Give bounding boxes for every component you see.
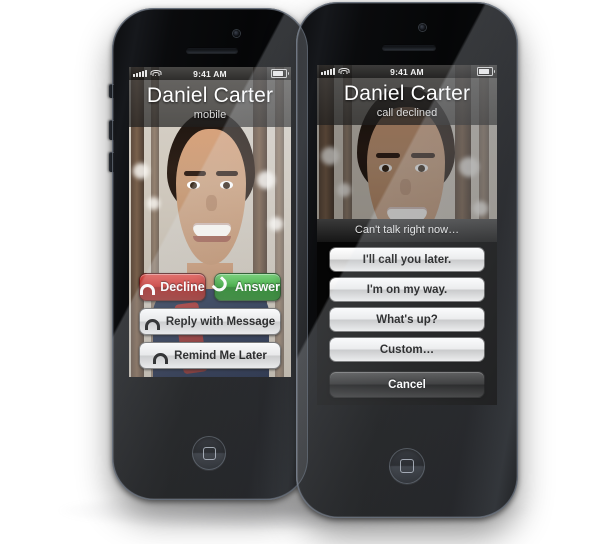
reply-option-call-later[interactable]: I'll call you later.	[329, 247, 485, 272]
caller-name: Daniel Carter	[343, 82, 471, 105]
phone-right-body: 9:41 AM Daniel Carter call declined Can'…	[296, 2, 518, 518]
reply-option-custom[interactable]: Custom…	[329, 337, 485, 362]
volume-down-button[interactable]	[109, 152, 114, 172]
cancel-button[interactable]: Cancel	[329, 371, 485, 398]
reply-with-message-button[interactable]: Reply with Message	[139, 308, 281, 335]
status-bar: 9:41 AM	[129, 67, 291, 80]
phone-left-screen: 9:41 AM Daniel Carter mobile Decline Ans…	[129, 67, 291, 377]
mute-switch[interactable]	[109, 84, 114, 98]
scene: 9:41 AM Daniel Carter mobile Decline Ans…	[0, 0, 600, 544]
phone-handset-icon	[214, 278, 232, 296]
reply-action-sheet: Can't talk right now… I'll call you late…	[317, 219, 497, 405]
home-button[interactable]	[192, 436, 226, 470]
phone-down-icon	[153, 351, 169, 364]
reply-option-label: What's up?	[376, 313, 438, 326]
phone-down-icon	[144, 317, 160, 330]
volume-up-button[interactable]	[109, 120, 114, 140]
caller-banner: Daniel Carter mobile	[129, 80, 291, 127]
caller-subtitle: call declined	[376, 106, 438, 119]
front-camera-icon	[233, 30, 240, 37]
remind-me-later-button[interactable]: Remind Me Later	[139, 342, 281, 369]
phone-left-body: 9:41 AM Daniel Carter mobile Decline Ans…	[112, 8, 308, 500]
status-bar: 9:41 AM	[317, 65, 497, 78]
caller-subtitle: mobile	[193, 108, 227, 121]
answer-button-label: Answer	[234, 280, 280, 294]
call-actions: Decline Answer Reply with Message Remind…	[129, 273, 291, 377]
front-camera-icon	[419, 24, 426, 31]
earpiece-speaker	[186, 47, 238, 53]
reply-option-label: I'll call you later.	[362, 253, 452, 266]
reply-option-on-my-way[interactable]: I'm on my way.	[329, 277, 485, 302]
status-bar-time: 9:41 AM	[193, 68, 227, 79]
status-bar-time: 9:41 AM	[390, 66, 424, 77]
phone-right: 9:41 AM Daniel Carter call declined Can'…	[296, 2, 518, 518]
remind-me-later-label: Remind Me Later	[174, 349, 267, 362]
cancel-button-label: Cancel	[388, 378, 426, 391]
reply-sheet-title: Can't talk right now…	[317, 219, 497, 242]
battery-icon	[477, 67, 495, 76]
reply-option-whats-up[interactable]: What's up?	[329, 307, 485, 332]
decline-button[interactable]: Decline	[139, 273, 206, 301]
phone-right-screen: 9:41 AM Daniel Carter call declined Can'…	[317, 65, 497, 405]
caller-banner: Daniel Carter call declined	[317, 78, 497, 125]
reply-option-label: I'm on my way.	[366, 283, 448, 296]
earpiece-speaker	[382, 44, 436, 50]
home-button[interactable]	[389, 448, 425, 484]
primary-call-buttons: Decline Answer	[129, 273, 291, 301]
battery-icon	[271, 69, 289, 78]
reply-with-message-label: Reply with Message	[165, 315, 276, 328]
caller-name: Daniel Carter	[146, 84, 274, 107]
phone-down-icon	[140, 282, 156, 295]
reply-option-label: Custom…	[379, 343, 435, 356]
phone-left: 9:41 AM Daniel Carter mobile Decline Ans…	[109, 8, 308, 500]
decline-button-label: Decline	[160, 280, 205, 294]
answer-button[interactable]: Answer	[213, 273, 281, 301]
